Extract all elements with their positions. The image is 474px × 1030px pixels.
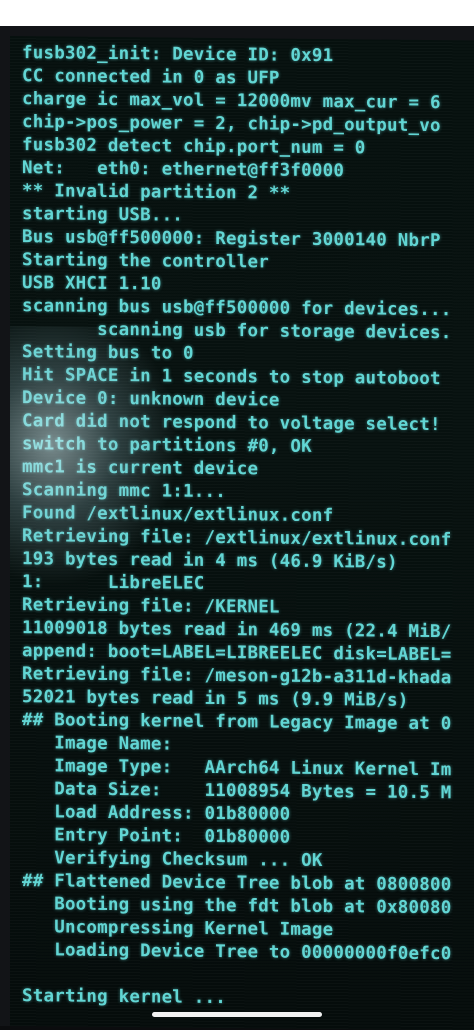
- terminal-line: USB XHCI 1.10: [22, 273, 162, 295]
- terminal-line: starting USB...: [22, 204, 184, 226]
- terminal-line: Image Name:: [22, 733, 173, 755]
- terminal-line: Load Address: 01b80000: [22, 802, 291, 825]
- status-bar: [0, 0, 474, 26]
- home-indicator[interactable]: [152, 1012, 322, 1017]
- terminal-line: Setting bus to 0: [22, 342, 194, 364]
- terminal-line: Retrieving file: /KERNEL: [22, 595, 280, 618]
- terminal-line: mmc1 is current device: [22, 457, 259, 480]
- terminal-line: switch to partitions #0, OK: [22, 434, 312, 457]
- terminal-line: ** Invalid partition 2 **: [22, 181, 291, 204]
- terminal-line: fusb302 detect chip.port_num = 0: [22, 135, 366, 159]
- terminal-line: Starting the controller: [22, 250, 269, 273]
- terminal-line: Scanning mmc 1:1...: [22, 480, 226, 503]
- terminal-line: Verifying Checksum ... OK: [22, 848, 323, 872]
- terminal-line: Net: eth0: ethernet@ff3f0000: [22, 158, 345, 182]
- terminal-line: 1: LibreELEC: [22, 572, 205, 594]
- terminal-line: Uncompressing Kernel Image: [22, 917, 334, 941]
- terminal-line: Entry Point: 01b80000: [22, 825, 291, 848]
- terminal-line: Loading Device Tree to 00000000f0efc0: [22, 940, 452, 965]
- terminal-line: Device 0: unknown device: [22, 388, 280, 411]
- terminal-line: fusb302_init: Device ID: 0x91: [22, 43, 334, 67]
- terminal-line: CC connected in 0 as UFP: [22, 66, 280, 89]
- terminal-line: Found /extlinux/extlinux.conf: [22, 503, 334, 527]
- monitor-screen: fusb302_init: Device ID: 0x91 CC connect…: [10, 36, 474, 1030]
- terminal-line: Starting kernel ...: [22, 986, 226, 1009]
